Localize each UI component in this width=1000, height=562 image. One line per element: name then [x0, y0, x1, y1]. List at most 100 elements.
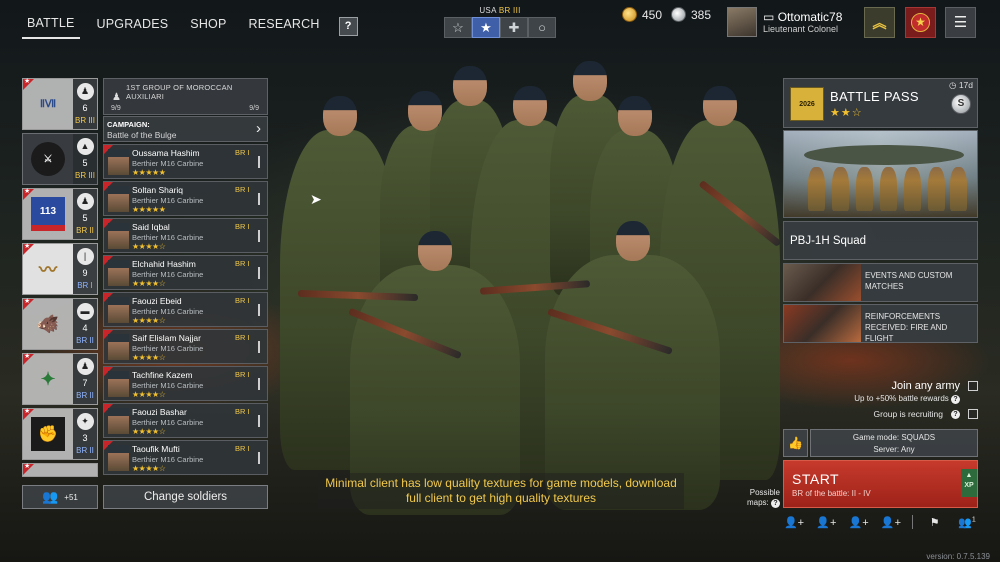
campaign-selector[interactable]: CAMPAIGN: Battle of the Bulge ›	[103, 116, 268, 142]
invite-friend-icon[interactable]: 👤+	[880, 516, 902, 529]
info-icon[interactable]: ?	[951, 409, 960, 419]
squad-emblem-icon: 〰	[39, 260, 57, 280]
server-region: Server: Any	[873, 445, 915, 454]
soldier-stars: ★★★★☆	[132, 427, 166, 436]
menu-icon[interactable]: ☰	[945, 7, 976, 38]
squad-type-icon: ✦	[76, 412, 94, 430]
invite-friend-icon[interactable]: 👤+	[815, 516, 837, 529]
news-item[interactable]: EVENTS AND CUSTOM MATCHES	[783, 263, 978, 302]
drag-handle-icon[interactable]	[258, 156, 260, 168]
minimal-client-notice: Minimal client has low quality textures …	[318, 473, 684, 509]
drag-handle-icon[interactable]	[258, 378, 260, 390]
nav-battle[interactable]: BATTLE	[22, 13, 80, 39]
squad-card[interactable]: ★ ✦ ♟ 7 BR II	[22, 353, 98, 405]
squad-emblem-icon: 113	[31, 197, 65, 231]
silver-coin-icon	[671, 7, 686, 22]
news-title: REINFORCEMENTS RECEIVED: FIRE AND FLIGHT	[865, 312, 948, 343]
soldier-row[interactable]: Tachfine Kazem Berthier M16 Carbine ★★★★…	[103, 366, 268, 401]
star-outline-icon[interactable]: ☆	[444, 17, 472, 38]
flag-icon[interactable]: ⚑	[924, 516, 946, 529]
circle-icon[interactable]: ○	[528, 17, 556, 38]
campaign-name: Battle of the Bulge	[107, 130, 177, 140]
soldier-row[interactable]: Faouzi Bashar Berthier M16 Carbine ★★★★☆…	[103, 403, 268, 438]
start-button[interactable]: START BR of the battle: II - IV ▲ XP	[783, 460, 978, 508]
soldier-portrait	[108, 408, 129, 434]
soldier-row[interactable]: Faouzi Ebeid Berthier M16 Carbine ★★★★☆ …	[103, 292, 268, 327]
soldier-br: BR I	[235, 259, 250, 268]
possible-maps[interactable]: Possible maps: ?	[738, 488, 780, 508]
army-country: USA	[479, 6, 497, 15]
soldier-portrait	[108, 334, 129, 360]
squad-card[interactable]: ★ 🐗 ▬ 4 BR II	[22, 298, 98, 350]
thumbs-up-icon[interactable]: 👍	[783, 429, 808, 457]
reserve-soldiers-button[interactable]: 👥 +51	[22, 485, 98, 509]
soldier-name: Tachfine Kazem	[132, 370, 193, 380]
mouse-cursor-icon: ➤	[310, 191, 322, 207]
invite-friend-icon[interactable]: 👤+	[848, 516, 870, 529]
squad-size: 5	[82, 157, 88, 168]
squad-card[interactable]: ★ 113 ♟ 5 BR II	[22, 188, 98, 240]
army-selector: USA BR III ☆ ★ ✚ ○	[444, 6, 556, 38]
drag-handle-icon[interactable]	[258, 341, 260, 353]
soldier-portrait	[108, 371, 129, 397]
soldier-row[interactable]: Soltan Shariq Berthier M16 Carbine ★★★★★…	[103, 181, 268, 216]
nav-research[interactable]: RESEARCH	[244, 14, 325, 38]
offer-title[interactable]: PBJ-1H Squad	[783, 221, 978, 260]
drag-handle-icon[interactable]	[258, 230, 260, 242]
player-profile[interactable]: ▭ Ottomatic78 Lieutenant Colonel	[727, 7, 842, 37]
drag-handle-icon[interactable]	[258, 415, 260, 427]
info-icon[interactable]: ?	[771, 499, 780, 508]
soldier-br: BR I	[235, 185, 250, 194]
start-label: START	[792, 471, 840, 487]
squad-card[interactable]: ★	[22, 463, 98, 477]
soldier-row[interactable]: Said Iqbal Berthier M16 Carbine ★★★★☆ BR…	[103, 218, 268, 253]
cross-icon[interactable]: ✚	[500, 17, 528, 38]
squad-card[interactable]: ★ ⅡⅦ ♟ 6 BR III	[22, 78, 98, 130]
info-icon[interactable]: ?	[951, 395, 960, 404]
soldier-stars: ★★★★☆	[132, 464, 166, 473]
drag-handle-icon[interactable]	[258, 267, 260, 279]
help-button[interactable]: ?	[338, 16, 358, 36]
squad-size: 3	[82, 432, 88, 443]
soldier-row[interactable]: Oussama Hashim Berthier M16 Carbine ★★★★…	[103, 144, 268, 179]
soldier-stars: ★★★★☆	[132, 279, 166, 288]
drag-handle-icon[interactable]	[258, 304, 260, 316]
xp-boost-icon[interactable]: ▲ XP	[961, 469, 977, 497]
nav-upgrades[interactable]: UPGRADES	[92, 14, 174, 38]
rank-chevron-icon[interactable]: ︽	[864, 7, 895, 38]
drag-handle-icon[interactable]	[258, 452, 260, 464]
silver-balance[interactable]: 385	[671, 7, 711, 22]
gold-coin-icon	[622, 7, 637, 22]
group-recruiting-checkbox[interactable]	[968, 409, 978, 419]
star-filled-icon[interactable]: ★	[472, 17, 500, 38]
squad-card[interactable]: ★ 〰 | 9 BR I	[22, 243, 98, 295]
new-star-icon: ★	[24, 78, 31, 85]
new-star-icon: ★	[24, 298, 31, 305]
soldier-row[interactable]: Elchahid Hashim Berthier M16 Carbine ★★★…	[103, 255, 268, 290]
game-mode-selector[interactable]: Game mode: SQUADS Server: Any	[810, 429, 978, 457]
crew-figure	[808, 167, 825, 211]
soldier-row[interactable]: Taoufik Mufti Berthier M16 Carbine ★★★★☆…	[103, 440, 268, 475]
group-icon[interactable]: 👥1	[956, 516, 978, 529]
squad-size: 6	[82, 102, 88, 113]
soldier-weapon: Berthier M16 Carbine	[132, 418, 204, 427]
soldier-row[interactable]: Saif Elislam Najjar Berthier M16 Carbine…	[103, 329, 268, 364]
squad-card[interactable]: ★ ✊ ✦ 3 BR II	[22, 408, 98, 460]
player-rank: Lieutenant Colonel	[763, 24, 839, 34]
news-item[interactable]: REINFORCEMENTS RECEIVED: FIRE AND FLIGHT	[783, 304, 978, 343]
drag-handle-icon[interactable]	[258, 193, 260, 205]
battle-pass-card[interactable]: 2026 BATTLE PASS ★★☆ ◷ 17d S	[783, 78, 978, 128]
squad-br: BR I	[77, 281, 93, 291]
army-star-badge[interactable]: ★	[905, 7, 936, 38]
nav-shop[interactable]: SHOP	[185, 14, 231, 38]
invite-friend-icon[interactable]: 👤+	[783, 516, 805, 529]
squad-size: 9	[82, 267, 88, 278]
change-soldiers-button[interactable]: Change soldiers	[103, 485, 268, 509]
soldier-name: Said Iqbal	[132, 222, 170, 232]
squad-card[interactable]: ⚔ ▲ 5 BR III	[22, 133, 98, 185]
squad-name: 1ST GROUP OF MOROCCAN AUXILIARI	[126, 83, 233, 101]
offer-banner[interactable]	[783, 130, 978, 218]
gold-balance[interactable]: 450	[622, 7, 662, 22]
join-any-army-checkbox[interactable]	[968, 381, 978, 391]
group-recruiting-label: Group is recruiting	[873, 409, 943, 419]
